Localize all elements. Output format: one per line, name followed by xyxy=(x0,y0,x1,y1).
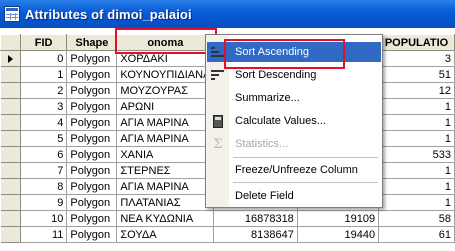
menu-item-label: Statistics... xyxy=(235,138,289,150)
column-header-onoma-label: onoma xyxy=(147,36,184,49)
cell-shape[interactable]: Polygon xyxy=(66,50,118,67)
cell-shape[interactable]: Polygon xyxy=(66,98,118,115)
cell-shape[interactable]: Polygon xyxy=(66,194,118,211)
menu-item-label: Delete Field xyxy=(235,190,294,202)
menu-item-label: Freeze/Unfreeze Column xyxy=(235,164,358,176)
window-titlebar: Attributes of dimoi_palaioi xyxy=(0,0,455,28)
cell-fid[interactable]: 10 xyxy=(20,210,68,227)
cell-onoma[interactable]: ΧΟΡΔΑΚΙ xyxy=(116,50,215,67)
menu-separator xyxy=(233,157,378,158)
cell-fid[interactable]: 2 xyxy=(20,82,68,99)
cell-population[interactable]: 1 xyxy=(378,98,455,115)
menu-item-freeze-unfreeze-column[interactable]: Freeze/Unfreeze Column xyxy=(207,160,381,180)
cell-population[interactable]: 1 xyxy=(378,178,455,195)
row-selector[interactable] xyxy=(0,50,21,67)
cell-shape[interactable]: Polygon xyxy=(66,66,118,83)
table-row[interactable]: 10 Polygon ΝΕΑ ΚΥΔΩΝΙΑ 16878318 19109 58 xyxy=(0,210,455,227)
row-selector[interactable] xyxy=(0,98,21,115)
cell-population[interactable]: 3 xyxy=(378,50,455,67)
cell-fid[interactable]: 11 xyxy=(20,226,68,243)
row-selector[interactable] xyxy=(0,178,21,195)
cell-fid[interactable]: 0 xyxy=(20,50,68,67)
cell-shape[interactable]: Polygon xyxy=(66,114,118,131)
row-selector[interactable] xyxy=(0,194,21,211)
cell-fid[interactable]: 9 xyxy=(20,194,68,211)
cell-onoma[interactable]: ΑΓΙΑ ΜΑΡΙΝΑ xyxy=(116,178,215,195)
cell-fid[interactable]: 5 xyxy=(20,130,68,147)
sort-ascending-icon xyxy=(207,42,229,62)
cell-fid[interactable]: 7 xyxy=(20,162,68,179)
cell-population[interactable]: 1 xyxy=(378,162,455,179)
row-selector[interactable] xyxy=(0,130,21,147)
cell-shape[interactable]: Polygon xyxy=(66,130,118,147)
sigma-icon: Σ xyxy=(213,136,223,152)
row-selector[interactable] xyxy=(0,114,21,131)
cell-onoma[interactable]: ΣΟΥΔΑ xyxy=(116,226,215,243)
cell-shape[interactable]: Polygon xyxy=(66,82,118,99)
cell-shape[interactable]: Polygon xyxy=(66,226,118,243)
table-icon xyxy=(4,6,20,22)
cell-shape[interactable]: Polygon xyxy=(66,146,118,163)
table-row[interactable]: 11 Polygon ΣΟΥΔΑ 8138647 19440 61 xyxy=(0,226,455,243)
cell-fid[interactable]: 8 xyxy=(20,178,68,195)
column-header-population[interactable]: POPULATIO xyxy=(378,34,455,51)
row-selector[interactable] xyxy=(0,82,21,99)
menu-item-label: Summarize... xyxy=(235,92,300,104)
menu-item-calculate-values[interactable]: Calculate Values... xyxy=(207,111,381,131)
sort-descending-icon xyxy=(207,65,229,85)
cell-population[interactable]: 1 xyxy=(378,194,455,211)
current-row-arrow-icon xyxy=(7,54,13,63)
cell-fid[interactable]: 4 xyxy=(20,114,68,131)
menu-item-label: Sort Descending xyxy=(235,69,317,81)
cell-population[interactable]: 51 xyxy=(378,66,455,83)
cell-onoma[interactable]: ΑΡΩΝΙ xyxy=(116,98,215,115)
menu-item-sort-ascending[interactable]: Sort Ascending xyxy=(207,42,381,62)
row-selector[interactable] xyxy=(0,226,21,243)
cell-shape[interactable]: Polygon xyxy=(66,178,118,195)
column-header-shape[interactable]: Shape xyxy=(66,34,118,51)
cell-area[interactable]: 16878318 xyxy=(213,210,298,227)
cell-metrop[interactable]: 19440 xyxy=(297,226,380,243)
cell-fid[interactable]: 3 xyxy=(20,98,68,115)
menu-item-delete-field[interactable]: Delete Field xyxy=(207,186,381,206)
column-header-onoma[interactable]: onoma xyxy=(116,34,215,51)
cell-area[interactable]: 8138647 xyxy=(213,226,298,243)
cell-population[interactable]: 1 xyxy=(378,114,455,131)
cell-onoma[interactable]: ΣΤΕΡΝΕΣ xyxy=(116,162,215,179)
cell-population[interactable]: 533 xyxy=(378,146,455,163)
row-selector[interactable] xyxy=(0,146,21,163)
row-selector[interactable] xyxy=(0,210,21,227)
cell-onoma[interactable]: ΧΑΝΙΑ xyxy=(116,146,215,163)
window-title: Attributes of dimoi_palaioi xyxy=(25,6,192,22)
menu-item-sort-descending[interactable]: Sort Descending xyxy=(207,65,381,85)
row-selector[interactable] xyxy=(0,162,21,179)
calculator-icon xyxy=(207,111,229,131)
cell-population[interactable]: 61 xyxy=(378,226,455,243)
column-header-fid[interactable]: FID xyxy=(19,34,68,51)
corner-selector[interactable] xyxy=(0,34,21,51)
cell-onoma[interactable]: ΝΕΑ ΚΥΔΩΝΙΑ xyxy=(116,210,215,227)
cell-fid[interactable]: 1 xyxy=(20,66,68,83)
cell-population[interactable]: 58 xyxy=(378,210,455,227)
cell-metrop[interactable]: 19109 xyxy=(297,210,380,227)
cell-onoma[interactable]: ΑΓΙΑ ΜΑΡΙΝΑ xyxy=(116,114,215,131)
menu-item-label: Sort Ascending xyxy=(235,46,309,58)
menu-separator xyxy=(233,182,378,183)
cell-onoma[interactable]: ΠΛΑΤΑΝΙΑΣ xyxy=(116,194,215,211)
cell-onoma[interactable]: ΚΟΥΝΟΥΠΙΔΙΑΝΑ xyxy=(116,66,215,83)
cell-onoma[interactable]: ΑΓΙΑ ΜΑΡΙΝΑ xyxy=(116,130,215,147)
menu-item-summarize[interactable]: Summarize... xyxy=(207,88,381,108)
column-context-menu: Sort Ascending Sort Descending Summarize… xyxy=(205,34,383,208)
menu-item-label: Calculate Values... xyxy=(235,115,326,127)
cell-shape[interactable]: Polygon xyxy=(66,210,118,227)
cell-onoma[interactable]: ΜΟΥΖΟΥΡΑΣ xyxy=(116,82,215,99)
cell-shape[interactable]: Polygon xyxy=(66,162,118,179)
cell-population[interactable]: 12 xyxy=(378,82,455,99)
cell-fid[interactable]: 6 xyxy=(20,146,68,163)
row-selector[interactable] xyxy=(0,66,21,83)
menu-item-statistics: Σ Statistics... xyxy=(207,134,381,154)
cell-population[interactable]: 1 xyxy=(378,130,455,147)
